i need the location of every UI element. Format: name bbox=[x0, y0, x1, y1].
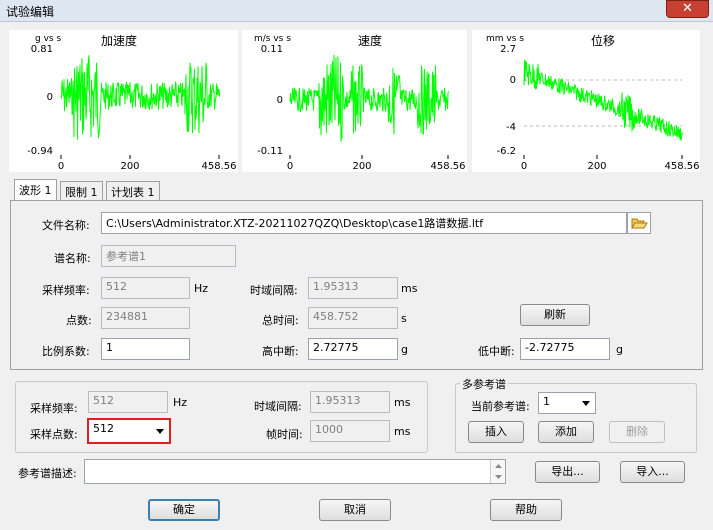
add-button[interactable]: 添加 bbox=[538, 421, 594, 443]
tab-waveform[interactable]: 波形 1 bbox=[14, 179, 57, 201]
sample-points-label: 采样点数: bbox=[30, 428, 78, 441]
spectrum-name-field[interactable]: 参考谱1 bbox=[101, 245, 236, 267]
velocity-waveform bbox=[289, 54, 449, 142]
scale-field[interactable]: 1 bbox=[101, 338, 190, 360]
delete-button[interactable]: 删除 bbox=[609, 421, 665, 443]
x-tick: 458.56 bbox=[202, 161, 237, 172]
time-interval-unit: ms bbox=[401, 282, 418, 295]
spectrum-name-label: 谱名称: bbox=[54, 252, 91, 265]
export-button[interactable]: 导出... bbox=[535, 461, 600, 483]
y-tick-mid: 0 bbox=[277, 95, 283, 106]
cancel-button[interactable]: 取消 bbox=[319, 499, 391, 521]
window-title: 试验编辑 bbox=[6, 5, 55, 19]
browse-button[interactable] bbox=[627, 212, 651, 234]
time-interval-label: 时域间隔: bbox=[250, 284, 298, 297]
high-cut-label: 高中断: bbox=[262, 345, 299, 358]
sample-rate-field[interactable]: 512 bbox=[101, 277, 190, 299]
total-time-field[interactable]: 458.752 bbox=[308, 307, 398, 329]
current-ref-select[interactable]: 1 bbox=[538, 392, 596, 414]
low-cut-field[interactable]: -2.72775 bbox=[520, 338, 610, 360]
waveform-trace bbox=[523, 60, 683, 141]
title-bar bbox=[0, 0, 713, 22]
lower-sample-rate-label: 采样频率: bbox=[30, 402, 78, 415]
close-button[interactable]: ✕ bbox=[666, 0, 709, 18]
displacement-chart: 位移 mm vs s 2.7 0 -4 -6.2 0 200 458.56 bbox=[472, 30, 700, 172]
displacement-waveform bbox=[523, 60, 683, 141]
y-tick-bottom: -6.2 bbox=[496, 146, 516, 157]
tab-schedule[interactable]: 计划表 1 bbox=[106, 181, 160, 201]
waveform-trace bbox=[60, 55, 220, 140]
chart-unit: g vs s bbox=[35, 34, 61, 44]
acceleration-chart-svg: 加速度 g vs s 0.81 0 -0.94 0 200 458.56 bbox=[27, 33, 237, 172]
sample-rate-unit: Hz bbox=[194, 282, 209, 295]
x-tick: 0 bbox=[58, 161, 64, 172]
y-tick-mid: 0 bbox=[47, 92, 53, 103]
acceleration-chart: 加速度 g vs s 0.81 0 -0.94 0 200 458.56 bbox=[9, 30, 238, 172]
lower-time-interval-unit: ms bbox=[394, 396, 411, 409]
sample-points-select[interactable]: 512 bbox=[87, 418, 171, 444]
velocity-chart-svg: 速度 m/s vs s 0.11 0 -0.11 0 200 458.56 bbox=[254, 33, 466, 172]
description-label: 参考谱描述: bbox=[18, 467, 77, 480]
import-button[interactable]: 导入... bbox=[620, 461, 685, 483]
low-cut-unit: g bbox=[616, 343, 623, 356]
x-tick: 0 bbox=[287, 161, 293, 172]
folder-open-icon bbox=[631, 218, 648, 229]
waveform-trace bbox=[289, 54, 449, 142]
x-tick: 200 bbox=[352, 161, 371, 172]
chart-title: 加速度 bbox=[101, 33, 137, 48]
refresh-button[interactable]: 刷新 bbox=[520, 304, 590, 326]
frame-time-unit: ms bbox=[394, 425, 411, 438]
frame-time-label: 帧时间: bbox=[266, 428, 303, 441]
x-tick: 200 bbox=[120, 161, 139, 172]
tab-limit[interactable]: 限制 1 bbox=[60, 181, 103, 201]
current-ref-value: 1 bbox=[543, 395, 550, 408]
points-label: 点数: bbox=[66, 314, 92, 327]
displacement-chart-svg: 位移 mm vs s 2.7 0 -4 -6.2 0 200 458.56 bbox=[486, 33, 700, 172]
points-field[interactable]: 234881 bbox=[101, 307, 190, 329]
x-tick: 458.56 bbox=[665, 161, 700, 172]
y-tick-mid: 0 bbox=[510, 75, 516, 86]
frame-time-field[interactable]: 1000 bbox=[310, 420, 390, 442]
scroll-arrows-icon bbox=[495, 464, 502, 479]
y-tick-bottom: -0.94 bbox=[27, 146, 53, 157]
y-tick-top: 2.7 bbox=[500, 44, 516, 55]
description-scrollbar[interactable] bbox=[490, 460, 505, 483]
lower-time-interval-label: 时域间隔: bbox=[254, 400, 302, 413]
y-tick-bottom: -0.11 bbox=[257, 146, 283, 157]
time-interval-field[interactable]: 1.95313 bbox=[308, 277, 398, 299]
sample-rate-label: 采样频率: bbox=[42, 284, 90, 297]
lower-time-interval-field[interactable]: 1.95313 bbox=[310, 391, 390, 413]
total-time-label: 总时间: bbox=[262, 314, 299, 327]
total-time-unit: s bbox=[401, 312, 407, 325]
x-tick: 200 bbox=[587, 161, 606, 172]
chevron-down-icon bbox=[582, 401, 590, 406]
help-button[interactable]: 帮助 bbox=[490, 499, 562, 521]
file-path-field[interactable]: C:\Users\Administrator.XTZ-20211027QZQ\D… bbox=[101, 212, 627, 234]
ok-button[interactable]: 确定 bbox=[148, 499, 220, 521]
current-ref-label: 当前参考谱: bbox=[471, 400, 530, 413]
insert-button[interactable]: 插入 bbox=[468, 421, 524, 443]
low-cut-label: 低中断: bbox=[478, 345, 515, 358]
description-field[interactable] bbox=[84, 459, 506, 484]
scale-label: 比例系数: bbox=[42, 345, 90, 358]
chevron-down-icon bbox=[156, 429, 164, 434]
multi-ref-title: 多参考谱 bbox=[460, 376, 508, 392]
chart-unit: m/s vs s bbox=[254, 34, 291, 44]
lower-sample-rate-field[interactable]: 512 bbox=[88, 391, 168, 413]
y-tick-mid2: -4 bbox=[506, 122, 516, 133]
acceleration-waveform bbox=[60, 55, 220, 140]
y-tick-top: 0.11 bbox=[261, 44, 283, 55]
chart-unit: mm vs s bbox=[486, 34, 524, 44]
high-cut-field[interactable]: 2.72775 bbox=[308, 338, 398, 360]
high-cut-unit: g bbox=[401, 343, 408, 356]
x-tick: 0 bbox=[521, 161, 527, 172]
y-tick-top: 0.81 bbox=[31, 44, 53, 55]
file-label: 文件名称: bbox=[42, 219, 90, 232]
lower-sample-rate-unit: Hz bbox=[173, 396, 188, 409]
chart-title: 位移 bbox=[591, 33, 615, 48]
sample-points-value: 512 bbox=[93, 422, 114, 435]
chart-title: 速度 bbox=[358, 33, 382, 48]
velocity-chart: 速度 m/s vs s 0.11 0 -0.11 0 200 458.56 bbox=[242, 30, 467, 172]
x-tick: 458.56 bbox=[431, 161, 466, 172]
